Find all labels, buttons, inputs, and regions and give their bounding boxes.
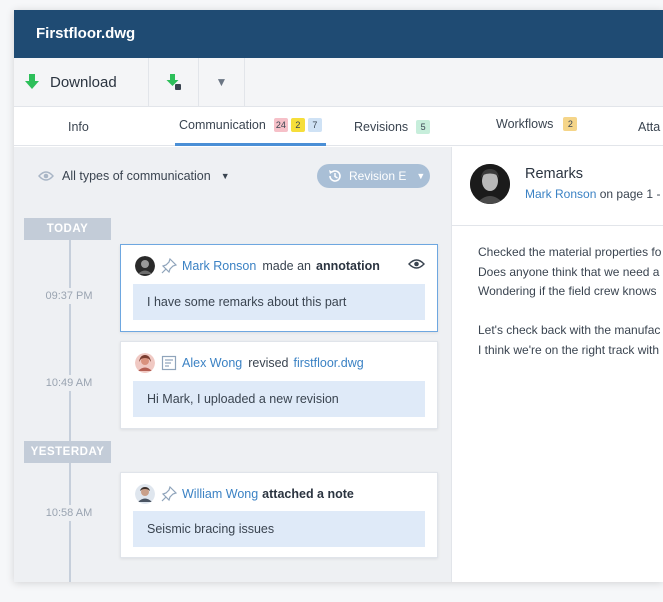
filter-label: All types of communication xyxy=(62,169,211,183)
avatar xyxy=(135,484,155,504)
caret-down-icon: ▼ xyxy=(220,171,230,181)
remark-line: Does anyone think that we need a xyxy=(478,264,660,279)
remark-line: Wondering if the field crew knows xyxy=(478,284,657,298)
count-badge: 2 xyxy=(563,116,578,131)
user-name-link[interactable]: Mark Ronson xyxy=(182,259,256,273)
eye-icon[interactable] xyxy=(408,258,425,270)
remark-line: I think we're on the right track with xyxy=(478,342,660,357)
card-message: Hi Mark, I uploaded a new revision xyxy=(133,381,425,417)
download-secondary-icon xyxy=(166,74,181,90)
detail-title: Remarks xyxy=(525,166,584,182)
user-name-link[interactable]: Mark Ronson xyxy=(525,187,596,201)
app-window: Firstfloor.dwg Download ▼ Info Communica… xyxy=(14,10,663,582)
count-badge: 24 xyxy=(273,118,288,132)
pin-icon xyxy=(161,258,177,274)
timestamp: 09:37 PM xyxy=(24,288,114,304)
revision-label: Revision E xyxy=(349,169,407,183)
history-icon xyxy=(329,170,341,182)
download-label: Download xyxy=(50,73,117,91)
user-name-link[interactable]: William Wong xyxy=(182,487,258,501)
chevron-down-icon: ▼ xyxy=(215,75,228,89)
timestamp: 10:49 AM xyxy=(24,375,114,391)
detail-panel: Remarks Mark Ronson on page 1 - Checked … xyxy=(451,147,663,582)
tab-info[interactable]: Info xyxy=(68,107,89,146)
tab-bar: Info Communication 24 2 7 Revisions 5 Wo… xyxy=(14,107,663,146)
activity-card[interactable]: Alex Wong revised firstfloor.dwg Hi Mark… xyxy=(120,341,438,429)
activity-verb: made an xyxy=(262,259,311,273)
tab-label: Info xyxy=(68,119,89,134)
remark-line: Let's check back with the manufac xyxy=(478,323,661,337)
tab-label: Communication xyxy=(179,118,266,132)
download-icon xyxy=(25,74,39,89)
timeline-line xyxy=(69,219,71,582)
pin-icon xyxy=(161,486,177,502)
communication-panel: All types of communication ▼ Revision E … xyxy=(14,147,451,582)
revision-selector[interactable]: Revision E ▼ xyxy=(317,164,430,188)
remarks-body: Checked the material properties fo Does … xyxy=(478,243,663,360)
card-header: William Wong attached a note xyxy=(135,483,425,505)
file-link[interactable]: firstfloor.dwg xyxy=(294,356,364,370)
tab-revisions[interactable]: Revisions 5 xyxy=(354,107,431,146)
remark-line: Checked the material properties fo xyxy=(478,245,662,259)
avatar xyxy=(135,256,155,276)
document-title: Firstfloor.dwg xyxy=(36,25,136,42)
toolbar: Download ▼ xyxy=(14,58,663,107)
count-badge: 7 xyxy=(307,118,322,132)
avatar xyxy=(135,353,155,373)
more-menu-button[interactable]: ▼ xyxy=(199,58,245,106)
avatar xyxy=(470,164,510,204)
timestamp: 10:58 AM xyxy=(24,505,114,521)
detail-meta: Mark Ronson on page 1 - xyxy=(525,187,660,201)
card-header: Alex Wong revised firstfloor.dwg xyxy=(135,352,425,374)
user-name-link[interactable]: Alex Wong xyxy=(182,356,242,370)
page-reference: on page 1 - xyxy=(599,187,661,201)
card-header: Mark Ronson made an annotation xyxy=(135,255,425,277)
tab-label: Revisions xyxy=(354,119,409,134)
card-message: Seismic bracing issues xyxy=(133,511,425,547)
activity-card[interactable]: William Wong attached a note Seismic bra… xyxy=(120,472,438,558)
tab-workflows[interactable]: Workflows 2 xyxy=(496,104,578,143)
tab-label: Atta xyxy=(638,119,661,134)
eye-icon xyxy=(38,171,54,181)
download-button[interactable]: Download xyxy=(14,58,149,106)
detail-header: Remarks Mark Ronson on page 1 - xyxy=(452,147,663,226)
count-badge: 5 xyxy=(416,119,431,134)
activity-object: annotation xyxy=(316,259,380,273)
tab-communication[interactable]: Communication 24 2 7 xyxy=(175,107,326,146)
user-photo-icon xyxy=(470,164,510,204)
revision-icon xyxy=(161,355,177,371)
activity-card[interactable]: Mark Ronson made an annotation I have so… xyxy=(120,244,438,332)
activity-verb: revised xyxy=(248,356,289,370)
tab-attachments[interactable]: Atta xyxy=(638,107,660,146)
title-bar: Firstfloor.dwg xyxy=(14,10,663,58)
day-label-yesterday: YESTERDAY xyxy=(24,441,111,463)
download-options-button[interactable] xyxy=(149,58,199,106)
day-label-today: TODAY xyxy=(24,218,111,240)
communication-type-filter[interactable]: All types of communication ▼ xyxy=(38,169,230,183)
card-message: I have some remarks about this part xyxy=(133,284,425,320)
count-badge: 2 xyxy=(290,118,305,132)
activity-verb: attached a note xyxy=(262,487,354,501)
caret-down-icon: ▼ xyxy=(416,171,426,181)
tab-label: Workflows xyxy=(496,116,554,131)
